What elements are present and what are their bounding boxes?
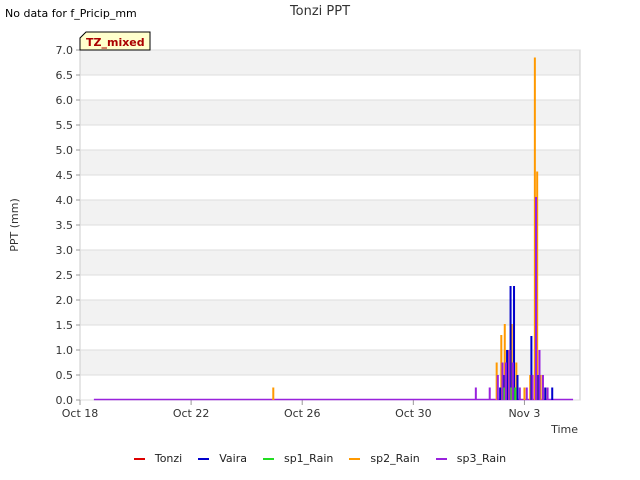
bar-sp2-rain <box>523 387 526 400</box>
bar-sp3-rain <box>511 362 514 400</box>
y-tick-label: 4.0 <box>56 194 74 207</box>
legend-swatch <box>262 457 274 460</box>
background-band <box>80 100 580 125</box>
background-band <box>80 300 580 325</box>
bar-sp3-rain <box>496 375 499 400</box>
bar-sp1-rain <box>514 387 517 400</box>
background-band <box>80 175 580 200</box>
y-tick-label: 0.5 <box>56 369 74 382</box>
legend-swatch <box>435 457 447 460</box>
y-tick-label: 1.5 <box>56 319 74 332</box>
bar-vaira <box>499 387 502 400</box>
bar-sp3-rain <box>474 387 477 400</box>
y-tick-label: 3.5 <box>56 219 74 232</box>
x-tick-label: Oct 26 <box>284 407 321 420</box>
y-tick-label: 6.0 <box>56 94 74 107</box>
background-band <box>80 50 580 75</box>
background-band <box>80 200 580 225</box>
x-axis-label: Time <box>550 423 578 436</box>
bar-sp3-rain <box>501 362 504 400</box>
tz-mixed-label: TZ_mixed <box>86 36 145 49</box>
y-tick-label: 6.5 <box>56 69 74 82</box>
bar-vaira <box>516 375 519 400</box>
legend-item-tonzi[interactable]: Tonzi <box>133 452 183 465</box>
bar-vaira <box>551 387 554 400</box>
bar-sp3-rain <box>531 375 534 400</box>
bar-sp3-rain <box>541 375 544 400</box>
background-band <box>80 125 580 150</box>
bar-sp3-rain <box>504 362 507 400</box>
bar-sp3-rain <box>488 387 491 400</box>
bar-sp3-rain <box>535 197 538 400</box>
legend-swatch <box>198 457 210 460</box>
legend-label: sp3_Rain <box>456 452 507 465</box>
legend-label: Vaira <box>219 452 247 465</box>
bar-sp3-rain <box>508 350 511 400</box>
chart-canvas: 0.0 0.5 1.0 1.5 2.0 2.5 3.0 3.5 4.0 4.5 5.0 5.5 6.0 6… <box>8 31 581 436</box>
legend: Tonzi Vaira sp1_Rain sp2_Rain sp3_Rain <box>0 452 640 465</box>
y-tick-label: 3.0 <box>56 244 74 257</box>
legend-item-vaira[interactable]: Vaira <box>198 452 247 465</box>
legend-swatch <box>349 457 361 460</box>
tz-mixed-badge: TZ_mixed <box>79 31 151 51</box>
y-tick-label: 5.5 <box>56 119 74 132</box>
legend-item-sp3-rain[interactable]: sp3_Rain <box>435 452 507 465</box>
background-band <box>80 275 580 300</box>
legend-item-sp2-rain[interactable]: sp2_Rain <box>349 452 420 465</box>
background-band <box>80 250 580 275</box>
background-band <box>80 225 580 250</box>
bar-sp3-rain <box>538 350 541 400</box>
legend-item-sp1-rain[interactable]: sp1_Rain <box>262 452 334 465</box>
x-axis-ticks: Oct 18 Oct 22 Oct 26 Oct 30 Nov 3 <box>62 400 540 420</box>
bar-sp3-rain <box>546 387 549 400</box>
y-tick-label: 1.0 <box>56 344 74 357</box>
x-tick-label: Oct 30 <box>395 407 432 420</box>
x-tick-label: Oct 22 <box>173 407 210 420</box>
y-tick-label: 2.0 <box>56 294 74 307</box>
bar-sp2-rain <box>272 387 275 400</box>
y-tick-label: 5.0 <box>56 144 74 157</box>
background-band <box>80 150 580 175</box>
y-tick-label: 0.0 <box>56 394 74 407</box>
bar-sp3-rain <box>518 387 521 400</box>
legend-label: Tonzi <box>154 452 183 465</box>
legend-label: sp1_Rain <box>283 452 334 465</box>
y-tick-label: 2.5 <box>56 269 74 282</box>
bar-sp3-rain <box>525 387 528 400</box>
y-axis-label: PPT (mm) <box>8 198 21 252</box>
legend-swatch <box>133 457 145 460</box>
y-tick-label: 4.5 <box>56 169 74 182</box>
bar-vaira <box>544 387 547 400</box>
background-band <box>80 75 580 100</box>
x-tick-label: Nov 3 <box>508 407 540 420</box>
legend-label: sp2_Rain <box>370 452 420 465</box>
x-tick-label: Oct 18 <box>62 407 99 420</box>
y-tick-label: 7.0 <box>56 44 74 57</box>
